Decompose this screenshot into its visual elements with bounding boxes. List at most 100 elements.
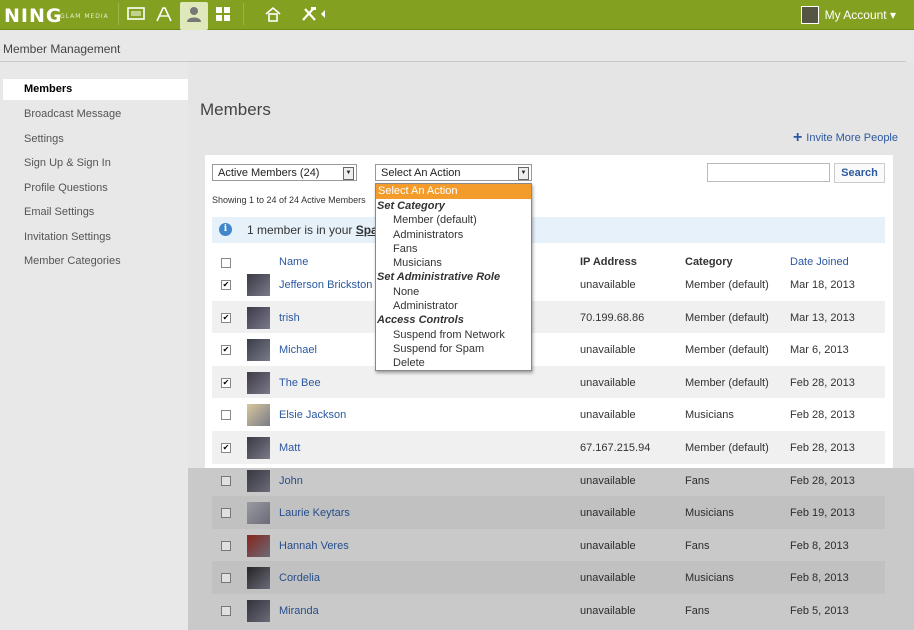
member-name-link[interactable]: Laurie Keytars [279,507,350,519]
dropdown-option[interactable]: Administrator [376,299,531,313]
avatar[interactable] [247,371,270,394]
ip-address: unavailable [580,572,636,585]
dropdown-option[interactable]: None [376,285,531,299]
row-checkbox[interactable]: ✔ [221,377,231,388]
info-text: 1 member is in your Spa [247,223,378,237]
sidebar-item-members[interactable]: Members [3,79,188,100]
row-checkbox[interactable]: ✔ [221,280,231,290]
table-row: ✔ Michael unavailable Member (default) Mar 6… [212,333,885,366]
toolbar-separator [243,3,244,25]
date-joined: Feb 28, 2013 [790,376,855,389]
dropdown-option[interactable]: Fans [376,242,531,256]
ip-address: unavailable [580,409,636,422]
date-joined: Feb 28, 2013 [790,409,855,422]
table-row: Laurie Keytars unavailable Musicians Feb 19… [212,496,885,529]
monitor-icon[interactable] [126,5,146,23]
dropdown-option-selected[interactable]: Select An Action [376,184,531,199]
avatar[interactable] [247,437,270,459]
action-select[interactable]: Select An Action ▼ [375,164,532,181]
table-row: Elsie Jackson unavailable Musicians Feb 28,… [212,398,885,431]
row-checkbox[interactable] [221,508,231,519]
member-name-link[interactable]: Matt [279,442,300,454]
date-joined: Mar 18, 2013 [790,279,855,291]
dropdown-group-label: Set Category [377,200,445,212]
ip-address: unavailable [580,605,636,617]
dropdown-option[interactable]: Suspend from Network [376,328,531,342]
column-header-name[interactable]: Name [279,256,308,268]
avatar[interactable] [247,274,270,296]
account-avatar [800,6,819,24]
sidebar-item-profile-questions[interactable]: Profile Questions [0,178,188,203]
avatar[interactable] [247,600,270,622]
row-checkbox[interactable]: ✔ [221,312,231,323]
collapse-arrow-icon[interactable] [318,5,328,23]
member-name-link[interactable]: Michael [279,344,317,356]
select-all-checkbox[interactable] [221,258,231,268]
row-checkbox[interactable] [221,540,231,551]
member-name-link[interactable]: Elsie Jackson [279,409,346,421]
table-row: ✔ trish 70.199.68.86 Member (default) Mar 13… [212,300,885,334]
sidebar-item-settings[interactable]: Settings [0,129,188,154]
row-checkbox[interactable] [221,410,231,421]
sidebar-item-invitation-settings[interactable]: Invitation Settings [0,227,188,252]
grid-icon[interactable] [213,5,233,23]
row-checkbox[interactable] [221,475,231,486]
member-name-link[interactable]: Miranda [279,605,319,617]
sidebar-item-email-settings[interactable]: Email Settings [0,202,188,227]
member-name-link[interactable]: Cordelia [279,572,320,584]
ip-address: unavailable [580,539,636,552]
ip-address: unavailable [580,507,636,520]
tools-icon[interactable] [299,5,319,23]
date-joined: Mar 6, 2013 [790,344,849,357]
row-checkbox[interactable]: ✔ [221,443,231,453]
column-header-date-joined[interactable]: Date Joined [790,256,849,268]
member-name-link[interactable]: Jefferson Brickston [279,279,372,291]
avatar[interactable] [247,404,270,427]
select-arrow-icon: ▼ [343,167,354,180]
dropdown-option[interactable]: Member (default) [376,213,531,227]
avatar[interactable] [247,339,270,362]
ip-address: 67.167.215.94 [580,442,651,454]
appearance-icon[interactable] [154,5,174,23]
my-account-menu[interactable]: My Account ▾ [800,6,896,24]
ip-address: unavailable [580,344,636,357]
my-account-label: My Account ▾ [824,8,896,22]
select-arrow-icon: ▼ [518,167,529,180]
dropdown-option[interactable]: Delete [376,356,531,370]
dropdown-option[interactable]: Administrators [376,228,531,242]
table-row: Hannah Veres unavailable Fans Feb 8, 2013 [212,529,885,562]
date-joined: Feb 28, 2013 [790,474,855,487]
member-name-link[interactable]: trish [279,312,300,324]
home-icon[interactable] [263,5,283,23]
row-checkbox[interactable] [221,606,231,616]
ning-logo[interactable]: NING [4,5,62,27]
dropdown-option[interactable]: Suspend for Spam [376,342,531,356]
sidebar-item-broadcast-message[interactable]: Broadcast Message [0,104,188,129]
date-joined: Feb 5, 2013 [790,605,849,617]
category: Fans [685,605,710,617]
member-name-link[interactable]: John [279,475,303,487]
date-joined: Feb 8, 2013 [790,539,849,552]
avatar[interactable] [247,306,270,329]
avatar[interactable] [247,502,270,525]
search-button[interactable]: Search [834,163,885,183]
row-checkbox[interactable] [221,573,231,584]
dropdown-option[interactable]: Musicians [376,256,531,270]
member-name-link[interactable]: The Bee [279,377,321,389]
invite-more-people-link[interactable]: + Invite More People [793,129,898,147]
sidebar-item-sign-up-sign-in[interactable]: Sign Up & Sign In [0,153,188,178]
avatar[interactable] [247,567,270,590]
category: Fans [685,474,710,487]
search-input[interactable] [707,163,830,182]
ip-address: unavailable [580,279,636,291]
row-checkbox[interactable]: ✔ [221,345,231,356]
table-row: Miranda unavailable Fans Feb 5, 2013 [212,594,885,627]
column-header-ip-address: IP Address [580,256,637,268]
member-filter-value: Active Members (24) [218,167,320,179]
sidebar-item-member-categories[interactable]: Member Categories [0,251,188,276]
avatar[interactable] [247,469,270,492]
avatar[interactable] [247,534,270,557]
member-icon[interactable] [184,5,204,23]
member-name-link[interactable]: Hannah Veres [279,540,349,552]
member-filter-select[interactable]: Active Members (24) ▼ [212,164,357,181]
